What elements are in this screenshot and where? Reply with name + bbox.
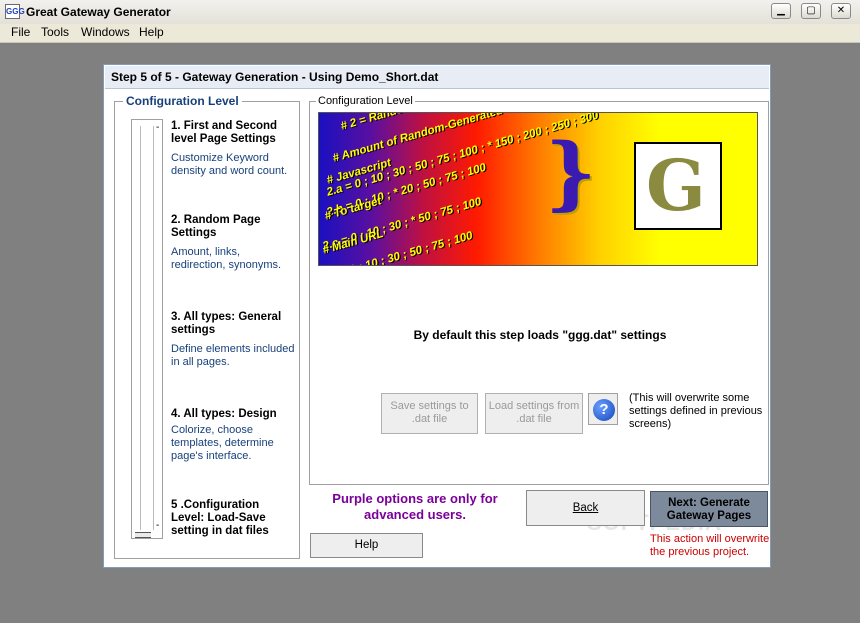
banner-image: # 2 = Random Parameters # Amount of Rand…	[318, 112, 758, 266]
wizard-header: Step 5 of 5 - Gateway Generation - Using…	[105, 66, 769, 89]
step-5-title[interactable]: 5 .Configuration Level: Load-Save settin…	[171, 499, 295, 538]
help-button[interactable]: Help	[310, 533, 423, 558]
menu-help[interactable]: Help	[139, 25, 164, 39]
step-1-description: Customize Keyword density and word count…	[171, 152, 288, 177]
close-button[interactable]: ✕	[831, 3, 851, 19]
logo-letter: G	[646, 144, 706, 227]
advanced-options-note: Purple options are only for advanced use…	[332, 491, 498, 522]
wizard-body: Configuration Level - - 1. First and Sec…	[105, 89, 769, 567]
menu-windows[interactable]: Windows	[81, 25, 130, 39]
save-settings-button[interactable]: Save settings to .dat file	[381, 393, 478, 434]
question-icon: ?	[593, 399, 615, 421]
step-2-description: Amount, links, redirection, synonyms.	[171, 246, 282, 271]
step-1-title[interactable]: 1. First and Second level Page Settings	[171, 120, 295, 146]
title-bar: GGG Great Gateway Generator ▁ ▢ ✕	[0, 0, 860, 25]
wizard-window: Step 5 of 5 - Gateway Generation - Using…	[103, 64, 771, 568]
step-2-title[interactable]: 2. Random Page Settings	[171, 214, 295, 240]
help-icon-button[interactable]: ?	[588, 393, 618, 425]
brace-graphic: }	[545, 125, 597, 219]
minimize-button[interactable]: ▁	[771, 3, 791, 19]
configuration-level-steps: Configuration Level - - 1. First and Sec…	[114, 94, 300, 559]
step-3-title[interactable]: 3. All types: General settings	[171, 311, 295, 337]
next-generate-button[interactable]: Next: Generate Gateway Pages	[650, 491, 768, 527]
menu-file[interactable]: File	[11, 25, 30, 39]
slider-track	[140, 126, 154, 530]
configuration-level-panel: Configuration Level # 2 = Random Paramet…	[309, 95, 769, 485]
slider-tick-bottom: -	[156, 520, 160, 531]
step-slider[interactable]: - -	[131, 119, 163, 539]
maximize-button[interactable]: ▢	[801, 3, 821, 19]
back-button-label: Back	[572, 502, 599, 514]
load-settings-button[interactable]: Load settings from .dat file	[485, 393, 583, 434]
slider-tick-top: -	[156, 122, 160, 133]
wizard-title: Step 5 of 5 - Gateway Generation - Using…	[111, 70, 439, 84]
slider-thumb[interactable]	[135, 532, 151, 538]
overwrite-note: (This will overwrite some settings defin…	[629, 392, 763, 430]
menu-bar: File Tools Windows Help	[0, 24, 860, 43]
ggg-logo: G	[634, 142, 722, 230]
step-3-description: Define elements included in all pages.	[171, 343, 295, 368]
window-title: Great Gateway Generator	[26, 5, 171, 19]
panel-legend: Configuration Level	[316, 95, 415, 107]
overwrite-project-warning: This action will overwrite the previous …	[650, 533, 770, 558]
menu-tools[interactable]: Tools	[41, 25, 69, 39]
steps-legend: Configuration Level	[123, 94, 242, 108]
default-settings-note: By default this step loads "ggg.dat" set…	[413, 328, 667, 342]
step-4-title[interactable]: 4. All types: Design	[171, 408, 295, 421]
app-icon[interactable]: GGG	[5, 4, 25, 19]
back-button[interactable]: Back	[526, 490, 645, 526]
step-4-description: Colorize, choose templates, determine pa…	[171, 424, 274, 462]
